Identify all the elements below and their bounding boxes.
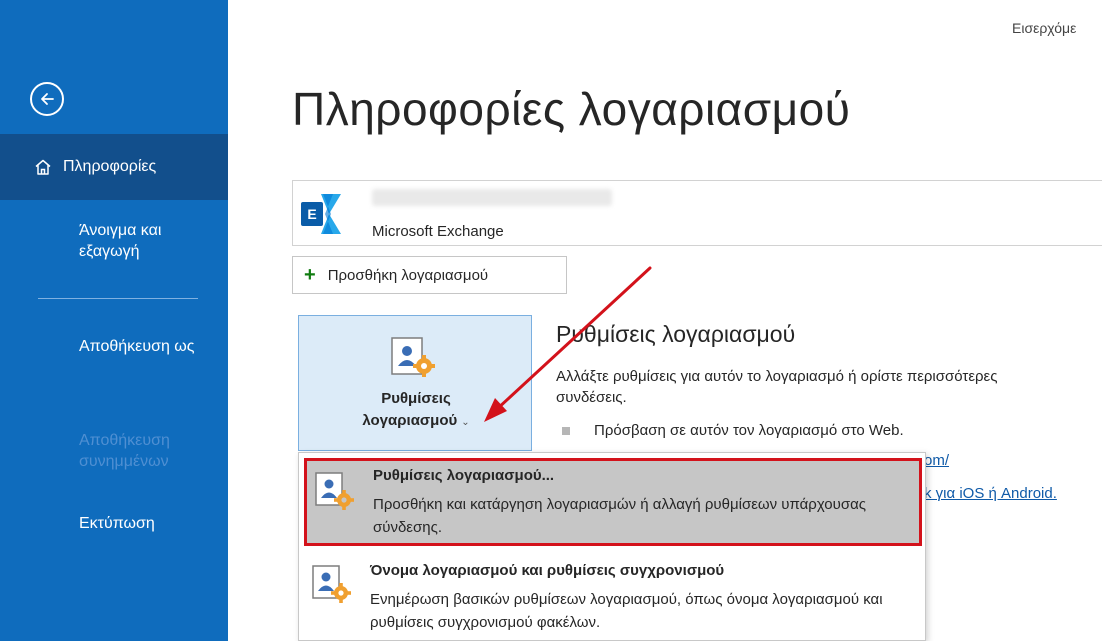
account-settings-label-line1: Ρυθμίσεις [381,390,451,407]
dropdown-item-account-settings-desc: Προσθήκη και κατάργηση λογαριασμών ή αλλ… [373,496,867,536]
add-account-label: Προσθήκη λογαριασμού [327,266,489,284]
dropdown-item-account-name-sync-desc: Ενημέρωση βασικών ρυθμίσεων λογαριασμού,… [370,591,883,631]
account-settings-title: Ρυθμίσεις λογαριασμού [556,321,796,347]
dropdown-item-account-settings[interactable]: Ρυθμίσεις λογαριασμού... Προσθήκη και κα… [304,458,922,546]
nav-item-print[interactable]: Εκτύπωση [79,513,219,534]
web-access-link[interactable]: om/ [924,452,949,469]
nav-item-info[interactable]: Πληροφορίες [0,134,228,200]
nav-item-open-export[interactable]: Άνοιγμα και εξαγωγή [79,220,219,262]
nav-item-info-label: Πληροφορίες [63,158,157,175]
backstage-sidebar: Πληροφορίες Άνοιγμα και εξαγωγή Αποθήκευ… [0,0,228,641]
exchange-logo-icon: E [299,190,347,243]
back-arrow-icon [41,93,54,105]
account-settings-button-label: Ρυθμίσεις λογαριασμού ⌄ [299,388,533,434]
dropdown-item-account-settings-title: Ρυθμίσεις λογαριασμού... [373,467,555,484]
bullet-icon [562,426,570,435]
dropdown-item-account-name-sync[interactable]: Όνομα λογαριασμού και ρυθμίσεις συγχρονι… [304,554,922,640]
back-button[interactable] [30,82,64,116]
account-email-redacted [372,189,612,206]
nav-item-save-attachments: Αποθήκευση συνημμένων [79,432,170,470]
dropdown-item-account-name-sync-title: Όνομα λογαριασμού και ρυθμίσεις συγχρονι… [370,562,725,579]
account-settings-description: Αλλάξτε ρυθμίσεις για αυτόν το λογαριασμ… [556,368,998,406]
account-settings-icon [388,336,440,387]
account-settings-button[interactable]: Ρυθμίσεις λογαριασμού ⌄ [298,315,532,451]
add-account-button[interactable]: + Προσθήκη λογαριασμού [292,256,567,294]
svg-text:E: E [307,206,316,222]
sidebar-divider [38,298,198,299]
mobile-app-link[interactable]: k για iOS ή Android. [924,485,1057,502]
web-access-item: Πρόσβαση σε αυτόν τον λογαριασμό στο Web… [562,422,904,439]
account-name-sync-icon [310,564,354,613]
account-type: Microsoft Exchange [372,223,504,240]
inbox-breadcrumb: Εισερχόμε [1012,20,1077,36]
account-settings-icon [313,471,357,520]
web-access-text: Πρόσβαση σε αυτόν τον λογαριασμό στο Web… [594,422,904,439]
plus-icon: + [304,263,316,286]
page-title: Πληροφορίες λογαριασμού [292,83,851,135]
nav-item-save-as[interactable]: Αποθήκευση ως [79,336,219,357]
chevron-down-icon: ⌄ [461,417,470,428]
home-icon [33,157,53,177]
account-selector[interactable]: E Microsoft Exchange [292,180,1102,246]
account-settings-label-line2: λογαριασμού [362,412,458,429]
